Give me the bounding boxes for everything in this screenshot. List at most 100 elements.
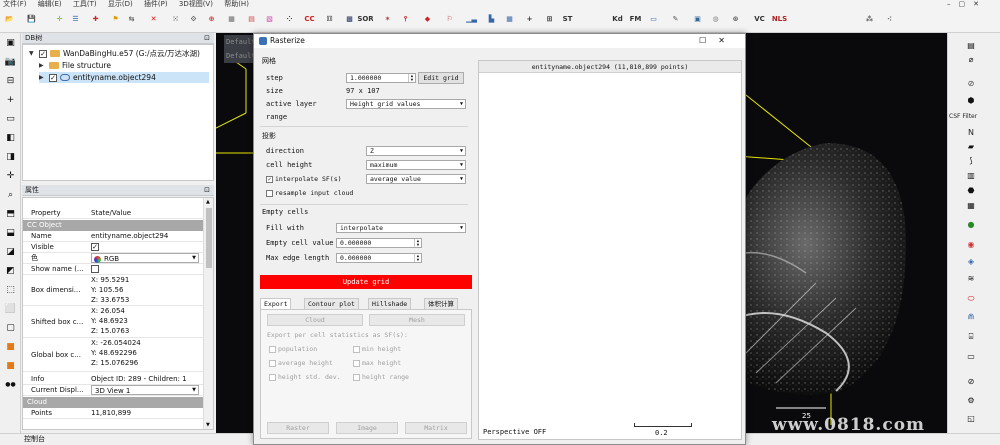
filter-icon[interactable]: ⊘ — [965, 78, 977, 89]
view-top-icon[interactable]: ⬒ — [4, 208, 17, 220]
tree-icon[interactable]: ● — [965, 219, 977, 230]
undock-icon[interactable]: ⊡ — [204, 33, 210, 44]
swap-icon[interactable]: ⇆ — [124, 12, 139, 27]
zoom-fit-icon[interactable]: ▭ — [4, 113, 17, 125]
display-select[interactable]: 3D View 1 ▼ — [91, 385, 199, 395]
color-wheel-icon[interactable]: ◉ — [965, 239, 977, 250]
n-icon[interactable]: N — [965, 127, 977, 138]
crosshair-icon[interactable]: ✛ — [4, 170, 17, 182]
tab-export[interactable]: Export — [260, 298, 292, 309]
checkbox-box[interactable] — [269, 345, 276, 353]
sphere-icon[interactable]: ◍ — [708, 12, 723, 27]
layers-icon[interactable]: ◈ — [965, 256, 977, 267]
stat-population-checkbox[interactable]: population — [269, 344, 317, 354]
cube-orange2-icon[interactable]: ■ — [4, 360, 17, 372]
checkbox-box[interactable]: ✓ — [266, 175, 273, 183]
properties-scrollbar[interactable]: ▲ ▼ — [203, 198, 213, 429]
checkbox-box[interactable] — [269, 373, 276, 381]
lock-icon[interactable]: ◱ — [965, 413, 977, 424]
vc-icon[interactable]: VC — [752, 12, 767, 27]
save-icon[interactable]: 💾 — [24, 12, 39, 27]
bar-chart-icon[interactable]: ▁▃ — [464, 12, 479, 27]
console-label[interactable]: 控制台 — [24, 435, 45, 443]
edit-grid-button[interactable]: Edit grid — [418, 72, 464, 84]
cube-icon[interactable]: ◆ — [420, 12, 435, 27]
stat-min-checkbox[interactable]: min height — [353, 344, 401, 354]
scan-icon[interactable]: ▥ — [965, 170, 977, 181]
cell-height-select[interactable]: maximum ▼ — [366, 160, 466, 170]
stat-range-checkbox[interactable]: height range — [353, 372, 409, 382]
shield-icon[interactable]: ⬢ — [965, 95, 977, 106]
palette-icon[interactable]: ▰ — [965, 141, 977, 152]
fill-with-select[interactable]: interpolate ▼ — [336, 223, 466, 233]
dialog-titlebar[interactable]: Rasterize ☐✕ — [254, 34, 745, 48]
spin-arrows-icon[interactable]: ▲ ▼ — [414, 254, 421, 262]
cc-icon[interactable]: CC — [302, 12, 317, 27]
visibility-checkbox[interactable]: ✓ — [39, 49, 47, 58]
tab-hillshade[interactable]: Hillshade — [368, 298, 412, 309]
interpolate-sf-select[interactable]: average value ▼ — [366, 174, 466, 184]
tree-item-root[interactable]: ▼ ✓ WanDaBingHu.e57 (G:/点云/万达冰湖) — [29, 48, 209, 59]
fm-icon[interactable]: FM — [628, 12, 643, 27]
view-right-icon[interactable]: ◩ — [4, 265, 17, 277]
checkbox-box[interactable] — [266, 189, 273, 197]
export-mesh-button[interactable]: Mesh — [369, 314, 465, 326]
step-input[interactable]: 1.000000 ▲ ▼ — [346, 73, 416, 83]
scroll-up-icon[interactable]: ▲ — [206, 199, 210, 205]
checker-icon[interactable]: ▩ — [342, 12, 357, 27]
scroll-down-icon[interactable]: ▼ — [206, 422, 210, 428]
menu-edit[interactable]: 编辑(E) — [38, 0, 62, 8]
back-view-icon[interactable]: ◨ — [4, 151, 17, 163]
noise-icon[interactable]: ✶ — [380, 12, 395, 27]
view-iso-icon[interactable]: ⬚ — [4, 284, 17, 296]
ruler-icon[interactable]: ▤ — [965, 40, 977, 51]
fit-icon[interactable]: ⟐ — [186, 12, 201, 27]
hidden-icon[interactable]: ▭ — [646, 12, 661, 27]
globe-icon[interactable]: ⊛ — [728, 12, 743, 27]
sor-icon[interactable]: SOR — [358, 12, 373, 27]
tree-item-file-structure[interactable]: ▶ File structure — [39, 60, 209, 71]
tab-contour-plot[interactable]: Contour plot — [304, 298, 359, 309]
visibility-checkbox[interactable]: ✓ — [49, 73, 57, 82]
open-file-icon[interactable]: 📂 — [2, 12, 17, 27]
stat-avg-checkbox[interactable]: average height — [269, 358, 333, 368]
tree-item-cloud[interactable]: ▶ ✓ entityname.object294 — [39, 72, 209, 83]
raster-preview[interactable]: entityname.object294 (11,810,899 points)… — [478, 60, 742, 440]
brush-icon[interactable]: ⌀ — [965, 54, 977, 65]
stop-icon[interactable]: ⊘ — [965, 376, 977, 387]
visible-checkbox[interactable]: ✓ — [91, 242, 201, 253]
drive-icon[interactable]: ▭ — [965, 351, 977, 362]
move-icon[interactable]: + — [4, 94, 17, 106]
window-controls[interactable]: –▢✕ — [947, 0, 987, 9]
st-icon[interactable]: ST — [560, 12, 575, 27]
view-iso2-icon[interactable]: ⬜ — [4, 303, 17, 315]
pencil-icon[interactable]: ✎ — [668, 12, 683, 27]
direction-select[interactable]: Z ▼ — [366, 146, 466, 156]
color-icon[interactable]: ▧ — [262, 12, 277, 27]
menu-file[interactable]: 文件(F) — [0, 0, 27, 8]
menu-display[interactable]: 显示(D) — [108, 0, 133, 8]
undock-icon[interactable]: ⊡ — [204, 185, 210, 196]
spin-arrows-icon[interactable]: ▲ ▼ — [408, 74, 415, 82]
expand-arrow-icon[interactable]: ▶ — [39, 72, 49, 83]
sample-icon[interactable]: ⁘ — [282, 12, 297, 27]
menu-tools[interactable]: 工具(T) — [73, 0, 97, 8]
octree-icon[interactable]: ▦ — [224, 12, 239, 27]
box-icon[interactable]: ▢ — [4, 322, 17, 334]
menu-3dviews[interactable]: 3D视图(V) — [179, 0, 213, 8]
collapse-arrow-icon[interactable]: ▼ — [29, 48, 39, 59]
empty-value-input[interactable]: 0.000000 ▲ ▼ — [336, 238, 422, 248]
csf-icon[interactable]: ⁖ — [882, 12, 897, 27]
kd-icon[interactable]: Kd — [610, 12, 625, 27]
front-view-icon[interactable]: ◧ — [4, 132, 17, 144]
chart-icon[interactable]: ▙ — [484, 12, 499, 27]
checkbox-box[interactable] — [353, 373, 360, 381]
grid-icon[interactable]: ⊞ — [542, 12, 557, 27]
delete-icon[interactable]: ✕ — [146, 12, 161, 27]
ellipse-icon[interactable]: ⬭ — [965, 293, 977, 304]
update-grid-button[interactable]: Update grid — [260, 275, 472, 289]
menu-help[interactable]: 帮助(H) — [224, 0, 249, 8]
translate-icon[interactable]: ✛ — [52, 12, 67, 27]
camera-icon[interactable]: 📷 — [4, 56, 17, 68]
add-icon[interactable]: ✚ — [88, 12, 103, 27]
